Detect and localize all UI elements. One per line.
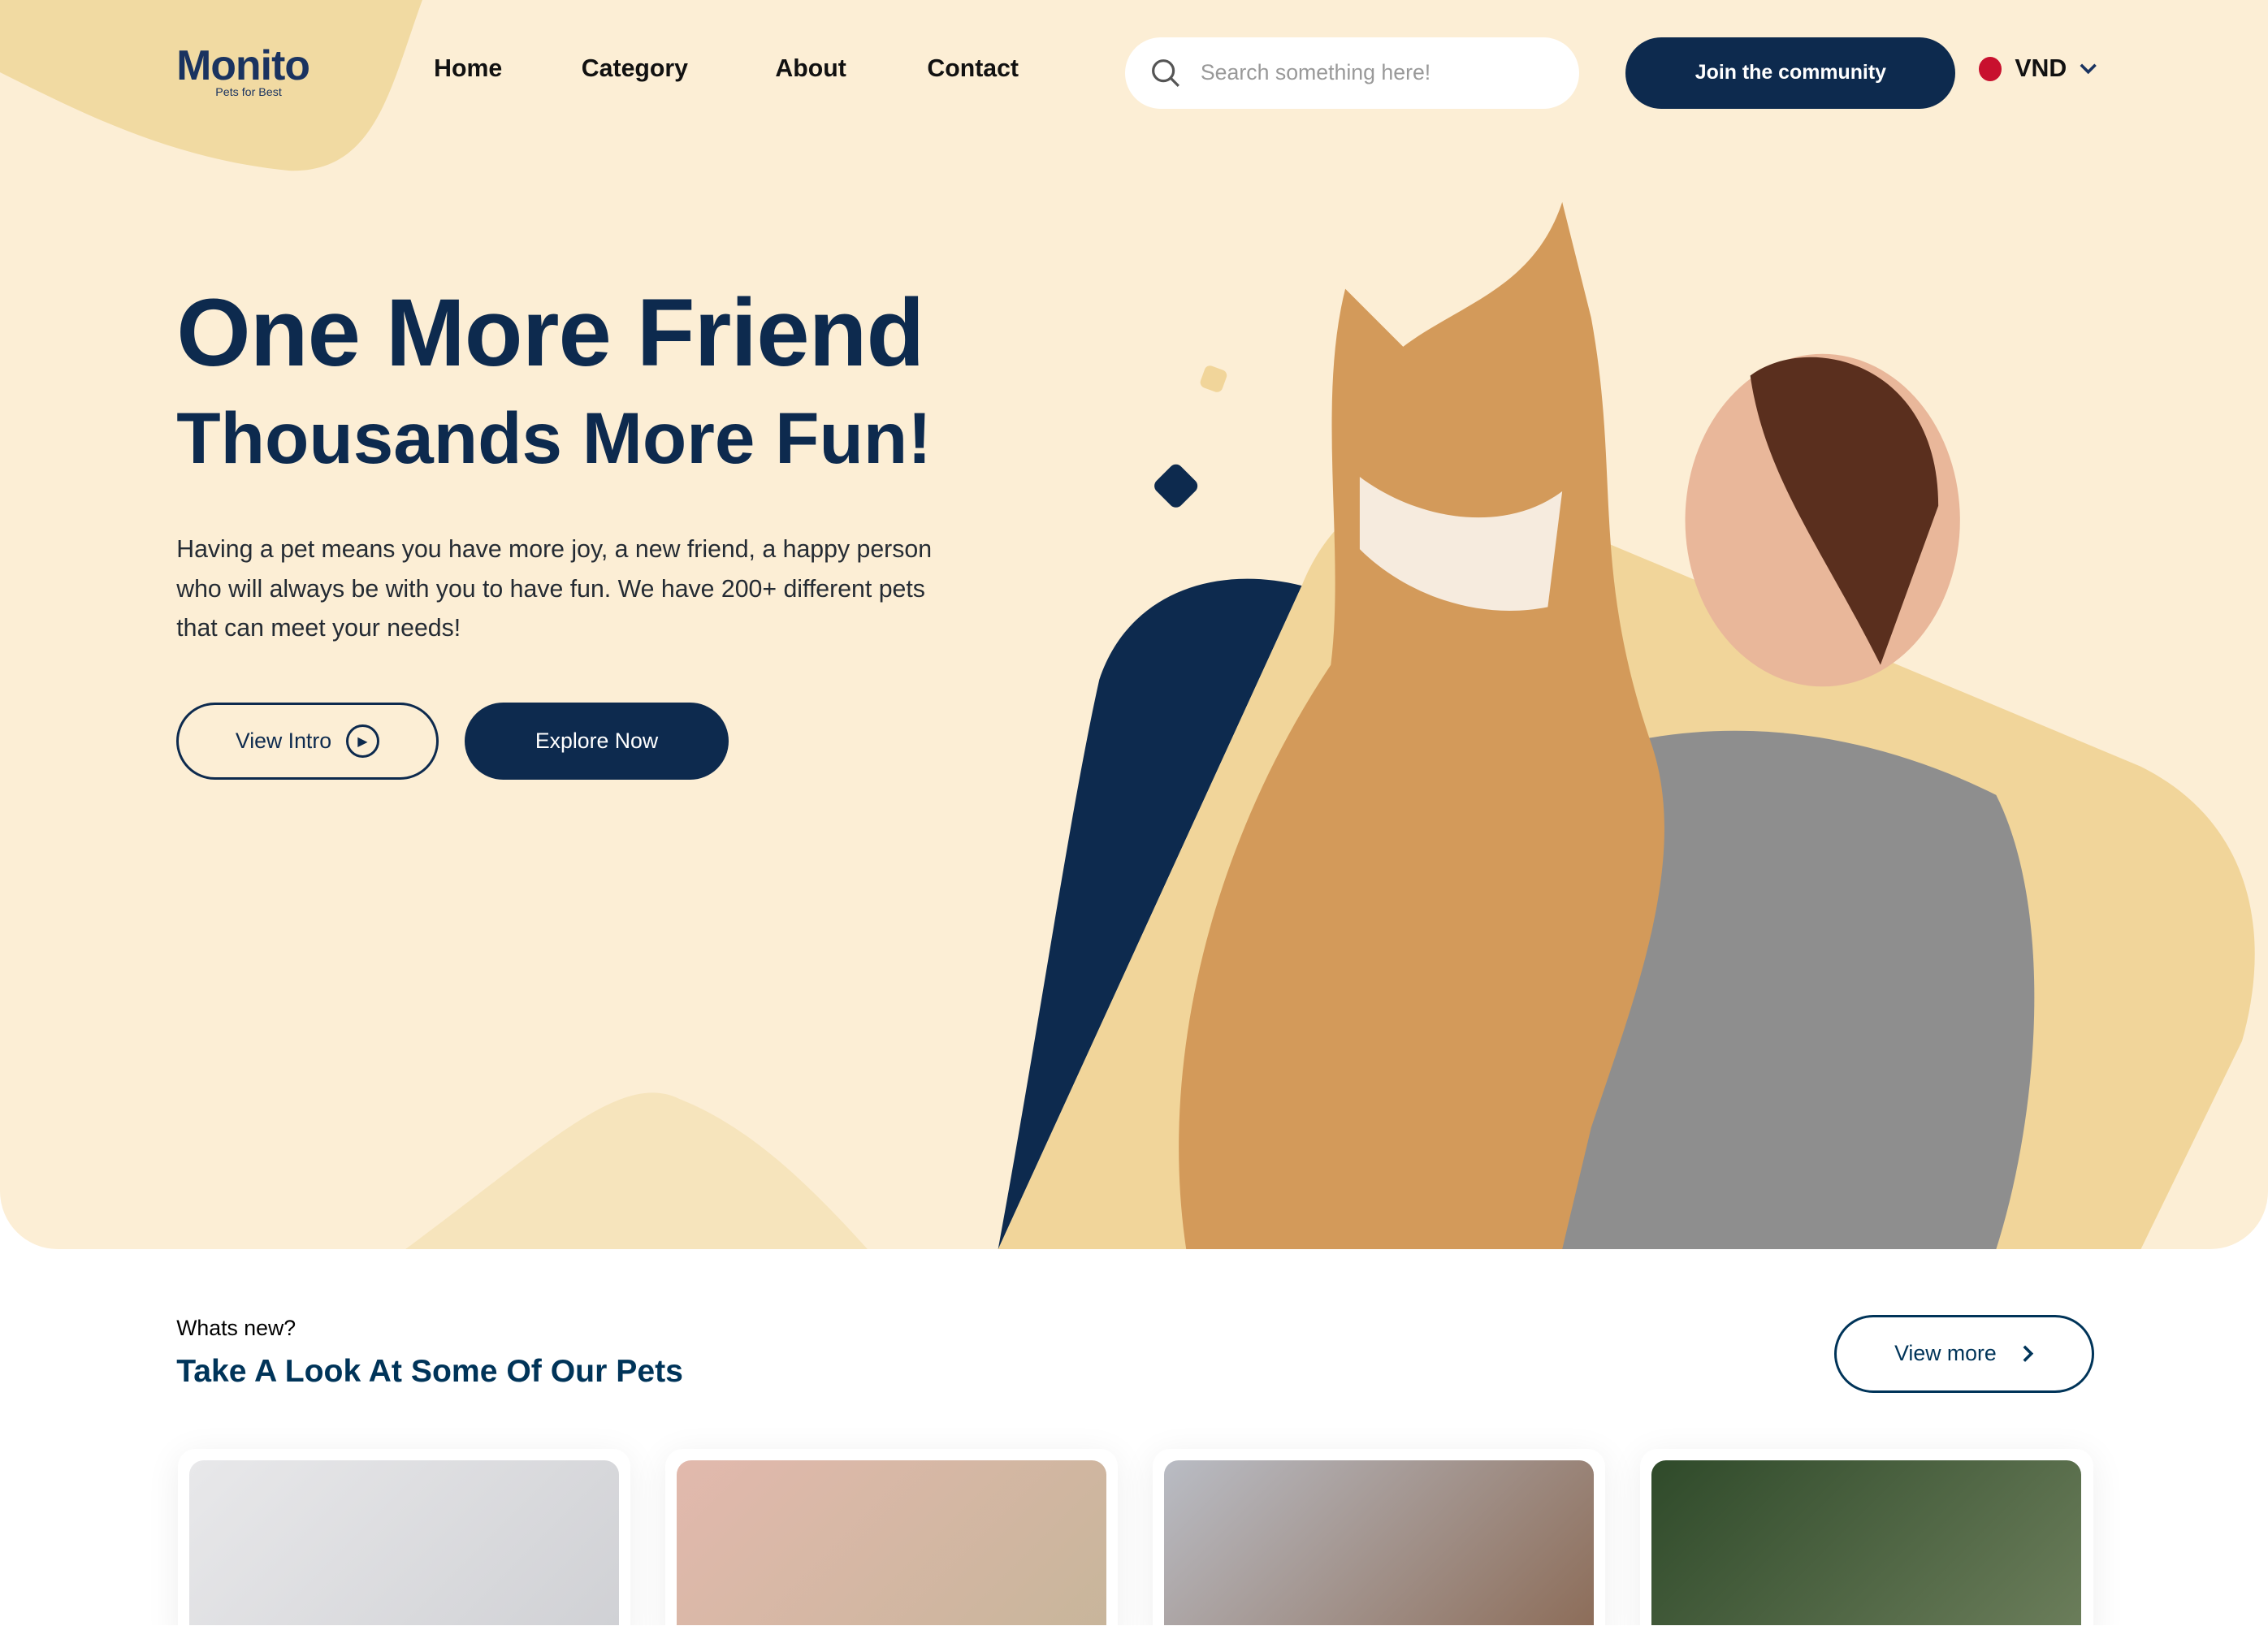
search-input[interactable]: Search something here! [1125,37,1580,109]
pet-card[interactable] [1153,1449,1606,1626]
logo[interactable]: Monito Pets for Best [176,41,310,99]
view-intro-label: View Intro [235,729,332,754]
currency-selector[interactable]: VND [1978,54,2097,83]
pet-card[interactable] [178,1449,631,1626]
pet-card[interactable] [1640,1449,2093,1626]
search-icon [1152,59,1180,88]
chevron-down-icon [2080,63,2097,74]
hero-title: One More Friend [176,279,924,386]
view-intro-button[interactable]: View Intro ▶ [176,703,439,780]
hero-photo [1179,202,2035,1250]
nav-about[interactable]: About [775,55,846,83]
pet-image [189,1460,620,1626]
section-subtitle: Whats new? [176,1316,296,1341]
join-community-button[interactable]: Join the community [1625,37,1956,109]
hero-subtitle: Thousands More Fun! [176,396,932,478]
flag-icon [1978,56,2002,81]
nav-home[interactable]: Home [434,55,502,83]
hero-description: Having a pet means you have more joy, a … [176,536,933,642]
view-more-button[interactable]: View more [1833,1314,2095,1393]
pet-card[interactable] [665,1449,1119,1626]
chevron-right-icon [2023,1345,2033,1362]
explore-now-button[interactable]: Explore Now [464,703,729,780]
nav-contact[interactable]: Contact [927,55,1019,83]
page: Monito Pets for Best Home Category About… [0,0,2268,1626]
hero-section: Monito Pets for Best Home Category About… [0,0,2268,1250]
pet-image [1651,1460,2082,1626]
view-more-label: View more [1894,1341,1997,1366]
play-icon: ▶ [345,724,379,759]
pet-image [1164,1460,1595,1626]
pet-image [677,1460,1107,1626]
currency-label: VND [2015,54,2067,82]
nav-category[interactable]: Category [582,55,688,83]
logo-name: Monito [176,41,310,89]
search-placeholder: Search something here! [1200,60,1431,85]
section-title: Take A Look At Some Of Our Pets [176,1353,683,1389]
